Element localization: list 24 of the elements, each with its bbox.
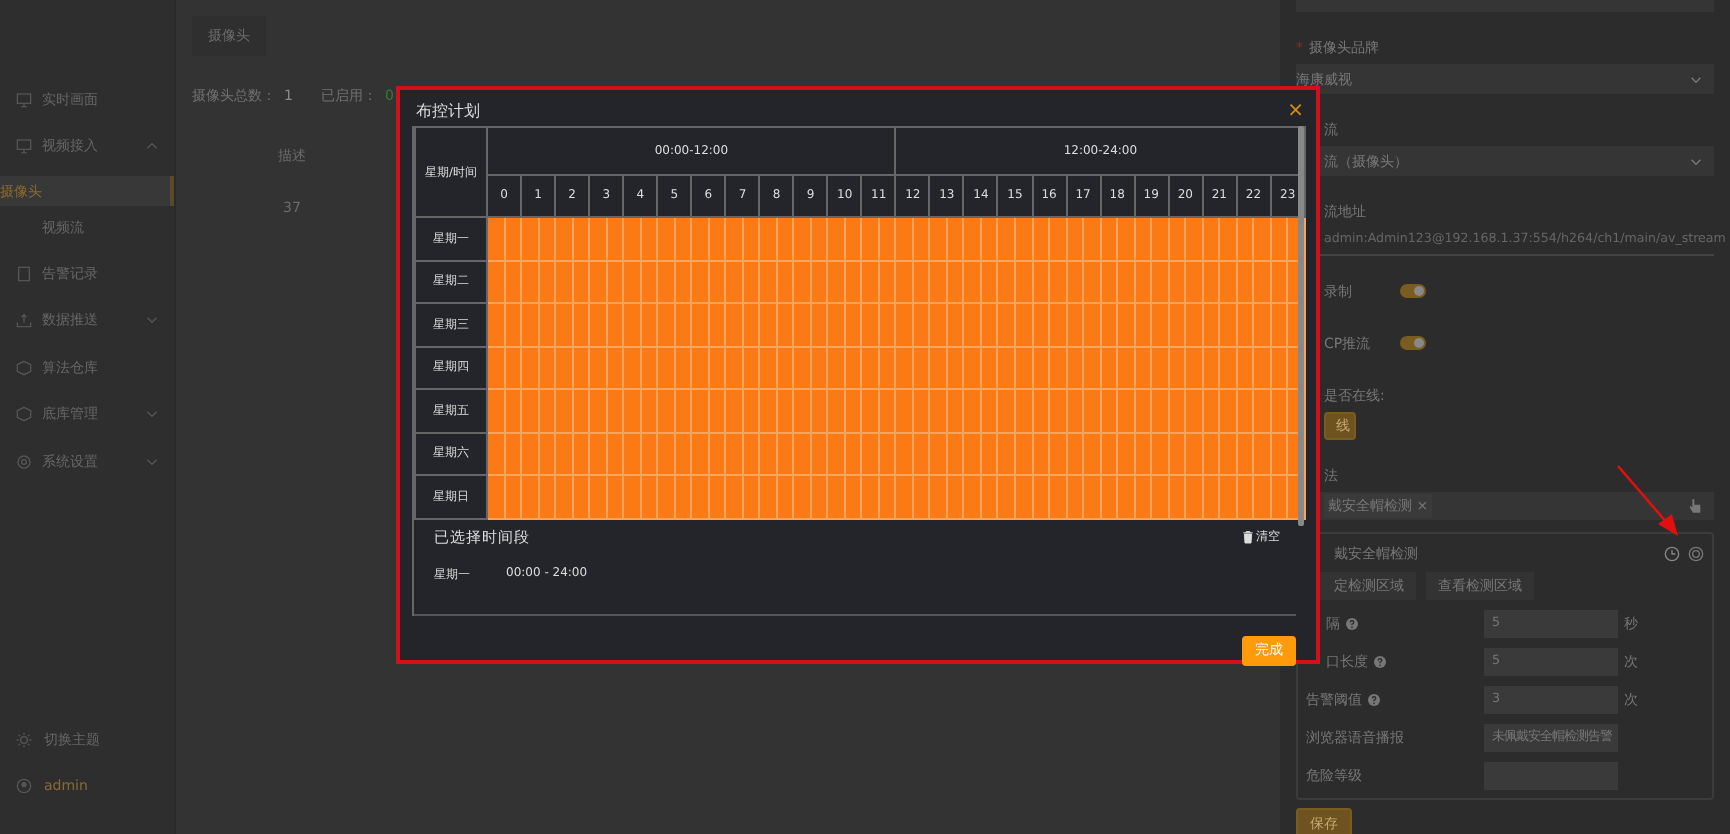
help-icon xyxy=(1374,656,1386,668)
caret-icon xyxy=(1690,75,1702,83)
monitor-icon xyxy=(16,91,32,108)
document-icon xyxy=(16,265,32,282)
scrollbar[interactable] xyxy=(1298,126,1304,526)
clock-icon[interactable] xyxy=(1664,546,1680,562)
cube-icon xyxy=(16,359,32,376)
avatar-icon xyxy=(16,778,32,794)
upload-icon xyxy=(16,312,32,329)
cube-icon xyxy=(16,406,32,423)
toggle-switch[interactable] xyxy=(1400,284,1426,298)
hand-icon xyxy=(1688,498,1702,514)
toggle-switch[interactable] xyxy=(1400,336,1426,350)
monitor-icon xyxy=(16,138,32,155)
help-icon xyxy=(1368,694,1380,706)
settings-icon[interactable] xyxy=(1688,546,1704,562)
close-button[interactable]: × xyxy=(1287,101,1304,121)
trash-icon xyxy=(1242,530,1254,544)
help-icon xyxy=(1346,618,1358,630)
annotation-arrow xyxy=(1616,464,1684,540)
dialog-title: 布控计划 xyxy=(414,100,480,122)
sun-icon xyxy=(16,732,32,748)
caret-icon xyxy=(1690,157,1702,165)
settings-icon xyxy=(16,453,32,470)
